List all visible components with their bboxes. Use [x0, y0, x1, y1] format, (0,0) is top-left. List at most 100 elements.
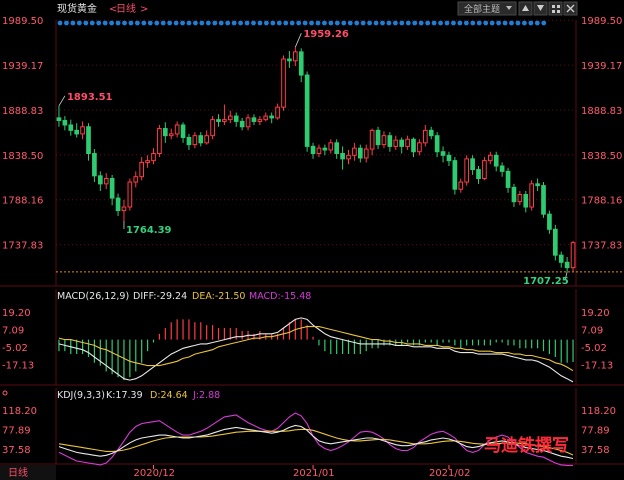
timeline-dot — [212, 20, 218, 26]
timeline-dot — [96, 20, 102, 26]
candle-down — [115, 197, 121, 212]
candle-down — [233, 115, 239, 122]
timeline-dot — [334, 20, 340, 26]
candle-down — [298, 51, 304, 76]
timeline-dot — [296, 20, 302, 26]
timeline-dot — [231, 20, 237, 26]
candle-up — [529, 183, 535, 208]
candle-down — [74, 129, 80, 135]
price-tick-left: 1939.17 — [2, 61, 43, 72]
candle-down — [470, 158, 475, 171]
arrow-down-icon[interactable] — [533, 1, 548, 16]
theme-dropdown-label: 全部主题 — [464, 3, 500, 15]
candle-down — [476, 169, 481, 179]
timeline-dot — [496, 20, 501, 26]
period-tab[interactable]: 日线 — [8, 466, 28, 479]
timeline-dot — [483, 20, 489, 26]
timeline-dot — [309, 20, 314, 26]
candle-up — [405, 138, 410, 147]
candle-up — [292, 51, 298, 62]
price-tick-right: 1838.50 — [581, 151, 622, 162]
macd-histogram-value: MACD:-15.48 — [249, 291, 311, 302]
candle-up — [204, 135, 210, 144]
period-label[interactable]: 日线 — [116, 2, 136, 15]
candle-down — [493, 154, 499, 167]
close-icon[interactable] — [563, 1, 578, 16]
candle-up — [80, 126, 85, 135]
timeline-dot — [399, 20, 405, 26]
candle-up — [517, 194, 523, 203]
timeline-dot — [425, 20, 431, 26]
candle-up — [222, 119, 227, 122]
candle-down — [62, 120, 68, 126]
grid-icon[interactable] — [548, 1, 563, 16]
timeline-dot — [322, 20, 327, 26]
arrow-up-icon[interactable] — [518, 1, 533, 16]
timeline-dot — [57, 20, 63, 26]
price-tick-left: 1989.50 — [2, 16, 43, 27]
candle-up — [281, 58, 286, 108]
candle-up — [192, 135, 198, 146]
candle-up — [245, 117, 251, 128]
timeline-dot — [64, 20, 69, 26]
price-tick-right: 1989.50 — [581, 16, 622, 27]
candle-down — [322, 147, 328, 151]
timeline-dot — [238, 20, 244, 26]
candle-up — [157, 128, 162, 155]
candle-down — [535, 183, 540, 187]
macd-label: MACD(26,12,9) — [57, 291, 129, 302]
candle-up — [328, 142, 334, 151]
macd-tick-left: 7.09 — [2, 325, 24, 336]
timeline-dot — [115, 20, 121, 26]
price-tick-right: 1888.83 — [581, 106, 622, 117]
candle-down — [162, 128, 168, 137]
candle-up — [363, 148, 369, 159]
x-axis-label: 2021/02 — [429, 468, 471, 479]
macd-diff-value: DIFF:-29.24 — [133, 291, 187, 302]
candle-up — [263, 115, 269, 121]
timeline-dot — [528, 20, 534, 26]
candle-down — [452, 160, 458, 190]
candle-up — [151, 153, 156, 162]
timeline-dot — [393, 20, 398, 26]
macd-tick-right: -5.02 — [581, 343, 607, 354]
timeline-dot — [76, 20, 82, 26]
timeline-dot — [89, 20, 95, 26]
candle-down — [511, 186, 517, 203]
candle-up — [168, 133, 174, 137]
candle-down — [446, 154, 452, 162]
kdj-tick-left: 118.20 — [2, 406, 37, 417]
timeline-dot — [509, 20, 514, 26]
candle-up — [381, 135, 387, 146]
candle-down — [310, 145, 316, 155]
stock-chart: 现货黄金 < 日线 > 全部主题 1989.50 1989.501939.17 19… — [0, 0, 624, 480]
candle-down — [375, 129, 381, 146]
candle-down — [357, 147, 363, 159]
candle-down — [304, 74, 310, 147]
chart-background — [0, 0, 624, 480]
timeline-dot — [205, 20, 211, 26]
timeline-dot — [412, 20, 418, 26]
candle-down — [552, 228, 558, 256]
candle-down — [334, 142, 340, 155]
timeline-dot — [135, 20, 140, 26]
candle-down — [68, 124, 74, 131]
candle-down — [440, 151, 446, 156]
timeline-dot — [367, 20, 372, 26]
candle-up — [487, 154, 493, 162]
candle-down — [287, 58, 292, 62]
timeline-dot — [302, 20, 308, 26]
kdj-j-value: J:2.88 — [192, 390, 220, 401]
candle-down — [547, 213, 552, 230]
kdj-k-value: K:17.39 — [106, 390, 143, 401]
price-tick-left: 1737.83 — [2, 241, 43, 252]
candle-up — [346, 154, 351, 160]
candle-down — [86, 126, 91, 155]
candle-up — [210, 119, 215, 137]
price-annotation: 1959.26 — [303, 29, 349, 40]
price-tick-left: 1838.50 — [2, 151, 43, 162]
x-axis-label: 2020/12 — [134, 468, 176, 479]
price-tick-right: 1737.83 — [581, 241, 622, 252]
candle-down — [541, 185, 546, 215]
candle-up — [227, 115, 233, 121]
